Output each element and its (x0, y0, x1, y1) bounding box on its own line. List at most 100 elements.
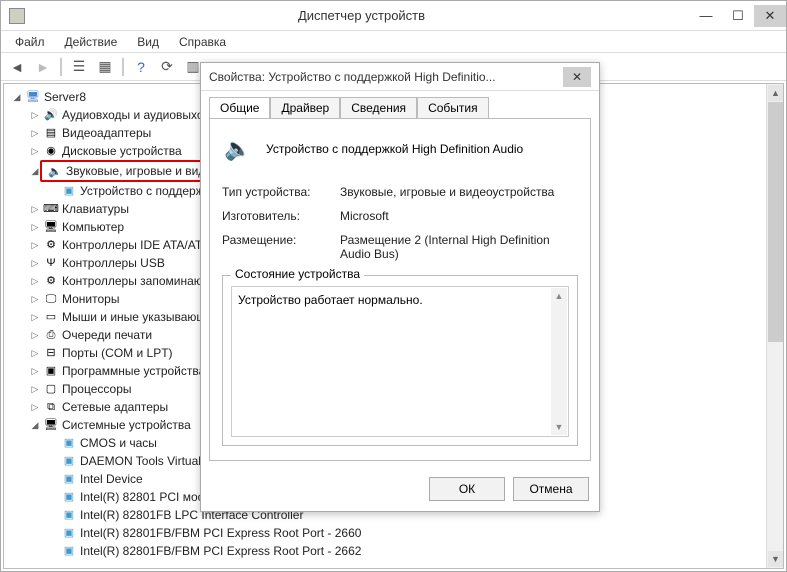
tree-item-label: Контроллеры IDE ATA/ATAPI (62, 236, 221, 254)
scroll-up-icon[interactable]: ▲ (552, 289, 566, 303)
ok-button[interactable]: ОК (429, 477, 505, 501)
computer-icon: 🖥 (25, 90, 41, 104)
device-category-icon: ⚙ (43, 238, 59, 252)
separator (122, 58, 124, 76)
device-category-icon: ⌨ (43, 202, 59, 216)
tree-item-label: Системные устройства (62, 416, 191, 434)
status-text: Устройство работает нормально. (238, 293, 423, 307)
label-mfg: Изготовитель: (222, 209, 332, 223)
close-button[interactable]: ✕ (754, 5, 786, 27)
expand-icon[interactable]: ◢ (30, 162, 40, 180)
tree-item-label: Компьютер (62, 218, 124, 236)
minimize-button[interactable]: — (690, 5, 722, 27)
tree-item-label: Видеоадаптеры (62, 124, 151, 142)
value-type: Звуковые, игровые и видеоустройства (340, 185, 578, 199)
device-icon: ▣ (61, 490, 77, 504)
menu-help[interactable]: Справка (169, 33, 236, 51)
expand-icon[interactable]: ▷ (30, 272, 40, 290)
device-icon: ▣ (61, 544, 77, 558)
tree-root-label: Server8 (44, 88, 86, 106)
device-category-icon: ▣ (43, 364, 59, 378)
vertical-scrollbar[interactable]: ▲ ▼ (766, 84, 783, 568)
device-category-icon: ▤ (43, 126, 59, 140)
detail-view-button[interactable]: ☰ (67, 56, 91, 78)
tab-bar: Общие Драйвер Сведения События (201, 91, 599, 118)
scan-button[interactable]: ⟳ (155, 56, 179, 78)
expand-icon[interactable]: ▷ (30, 218, 40, 236)
device-icon: ▣ (61, 436, 77, 450)
expand-icon[interactable]: ▷ (30, 200, 40, 218)
menu-view[interactable]: Вид (127, 33, 169, 51)
tree-item-label: Контроллеры USB (62, 254, 165, 272)
help-button[interactable]: ? (129, 56, 153, 78)
device-properties: Тип устройства: Звуковые, игровые и виде… (222, 185, 578, 261)
device-category-icon: ⧉ (43, 400, 59, 414)
device-category-icon: ⊟ (43, 346, 59, 360)
tree-item-label: Intel(R) 82801FB/FBM PCI Express Root Po… (80, 542, 361, 560)
expand-icon[interactable]: ▷ (30, 362, 40, 380)
device-category-icon: 🖥 (43, 418, 59, 432)
expand-icon[interactable]: ▷ (30, 124, 40, 142)
device-name: Устройство с поддержкой High Definition … (266, 142, 523, 156)
tree-item[interactable]: ▣Intel(R) 82801FB/FBM PCI Express Root P… (48, 542, 764, 560)
menu-file[interactable]: Файл (5, 33, 55, 51)
dialog-close-button[interactable]: ✕ (563, 67, 591, 87)
dialog-title: Свойства: Устройство с поддержкой High D… (209, 70, 563, 84)
menu-action[interactable]: Действие (55, 33, 128, 51)
expand-icon[interactable]: ▷ (30, 344, 40, 362)
expand-icon[interactable]: ◢ (30, 416, 40, 434)
label-loc: Размещение: (222, 233, 332, 261)
expand-icon[interactable]: ▷ (30, 106, 40, 124)
scroll-up-icon[interactable]: ▲ (768, 85, 783, 101)
expand-icon[interactable]: ▷ (30, 290, 40, 308)
expand-icon[interactable]: ▷ (30, 236, 40, 254)
tab-driver[interactable]: Драйвер (270, 97, 340, 118)
expand-icon[interactable]: ▷ (30, 254, 40, 272)
tab-panel-general: 🔈 Устройство с поддержкой High Definitio… (209, 118, 591, 461)
scroll-down-icon[interactable]: ▼ (552, 420, 566, 434)
device-category-icon: ▢ (43, 382, 59, 396)
device-category-icon: ⚙ (43, 274, 59, 288)
device-icon: ▣ (61, 472, 77, 486)
tab-events[interactable]: События (417, 97, 489, 118)
forward-button[interactable]: ► (31, 56, 55, 78)
grid-view-button[interactable]: ▦ (93, 56, 117, 78)
tab-general[interactable]: Общие (209, 97, 270, 118)
device-status-group: Состояние устройства Устройство работает… (222, 275, 578, 446)
device-category-icon: ⎙ (43, 328, 59, 342)
expand-icon[interactable]: ▷ (30, 326, 40, 344)
separator (60, 58, 62, 76)
maximize-button[interactable]: ☐ (722, 5, 754, 27)
device-category-icon: 🔊 (43, 108, 59, 122)
tree-item-label: Сетевые адаптеры (62, 398, 168, 416)
device-category-icon: ◉ (43, 144, 59, 158)
expand-icon[interactable]: ◢ (12, 88, 22, 106)
expand-icon[interactable]: ▷ (30, 380, 40, 398)
status-textbox[interactable]: Устройство работает нормально. ▲ ▼ (231, 286, 569, 437)
titlebar: Диспетчер устройств — ☐ ✕ (1, 1, 786, 31)
tree-item-label: CMOS и часы (80, 434, 157, 452)
device-category-icon: Ψ (43, 256, 59, 270)
device-icon: ▣ (61, 508, 77, 522)
tree-item[interactable]: ▣Intel(R) 82801FB/FBM PCI Express Root P… (48, 524, 764, 542)
device-icon: ▣ (61, 454, 77, 468)
cancel-button[interactable]: Отмена (513, 477, 589, 501)
tree-item-label: Дисковые устройства (62, 142, 182, 160)
expand-icon[interactable]: ▷ (30, 142, 40, 160)
device-icon: ▣ (61, 184, 77, 198)
scroll-down-icon[interactable]: ▼ (768, 551, 783, 567)
menubar: Файл Действие Вид Справка (1, 31, 786, 53)
expand-icon[interactable]: ▷ (30, 308, 40, 326)
back-button[interactable]: ◄ (5, 56, 29, 78)
scroll-thumb[interactable] (768, 102, 783, 342)
tab-details[interactable]: Сведения (340, 97, 417, 118)
label-type: Тип устройства: (222, 185, 332, 199)
dialog-buttons: ОК Отмена (201, 469, 599, 511)
tree-item-label: Аудиовходы и аудиовыходы (62, 106, 219, 124)
tree-item-label: Клавиатуры (62, 200, 129, 218)
expand-icon[interactable]: ▷ (30, 398, 40, 416)
status-scrollbar[interactable]: ▲ ▼ (551, 288, 567, 435)
tree-item-label: Intel(R) 82801FB/FBM PCI Express Root Po… (80, 524, 361, 542)
value-loc: Размещение 2 (Internal High Definition A… (340, 233, 578, 261)
device-category-icon: 🔈 (47, 165, 63, 179)
